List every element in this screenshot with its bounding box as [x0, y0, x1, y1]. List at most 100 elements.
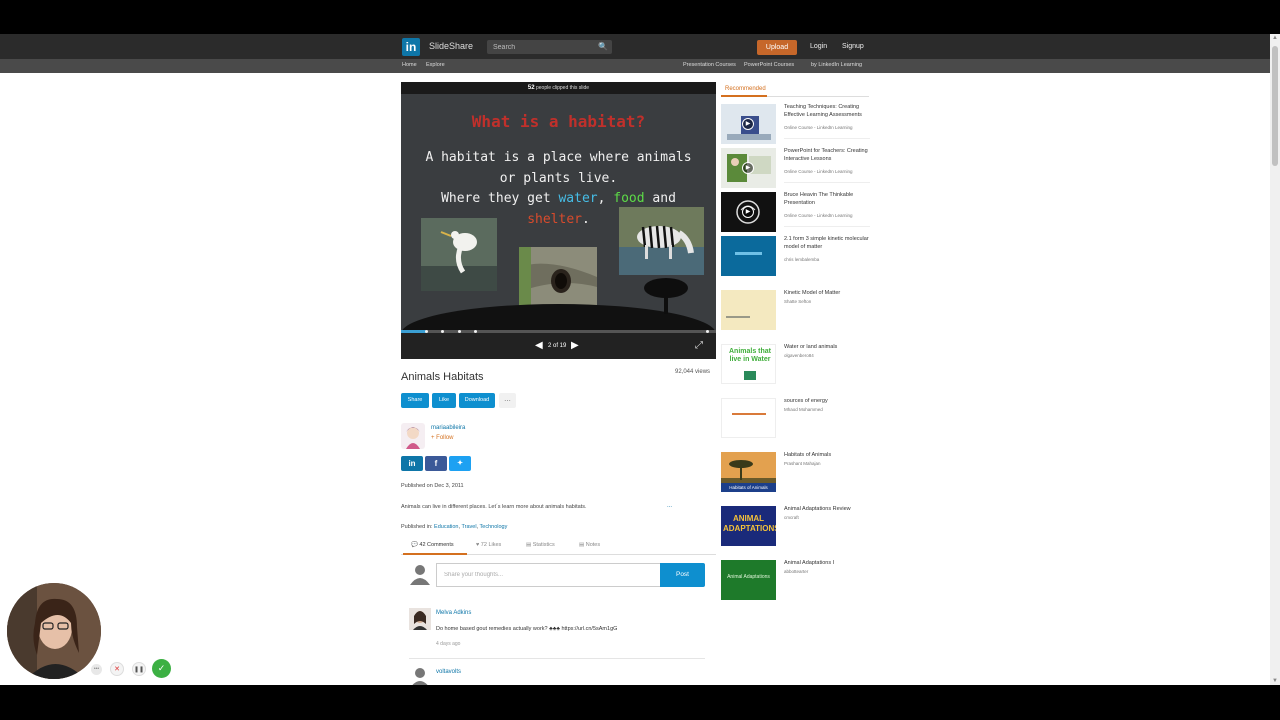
player-controls: ◀ 2 of 19 ▶ ⤢: [401, 333, 716, 359]
bar-chart-icon: ▤: [526, 542, 532, 548]
next-slide-icon[interactable]: ▶: [571, 340, 579, 351]
recorder-done-icon[interactable]: ✓: [152, 659, 171, 678]
recommended-title: Water or land animals: [784, 344, 838, 350]
thumbnail-text: Animal Adaptations: [727, 574, 770, 580]
follow-link[interactable]: + Follow: [431, 435, 454, 441]
notes-icon: ▤: [579, 542, 585, 548]
recommended-thumbnail: [721, 236, 776, 276]
recommended-title: 2.1 form 3 simple kinetic molecular mode…: [784, 236, 869, 250]
scroll-thumb[interactable]: [1272, 46, 1278, 166]
recommended-title: Bruce Heavin The Thinkable Presentation: [784, 192, 854, 206]
recommended-title: sources of energy: [784, 398, 828, 404]
commenter-avatar-placeholder-icon[interactable]: [409, 666, 431, 685]
expand-description-link[interactable]: ...: [667, 503, 672, 509]
thumbnail-caption: Habitats of Animals: [721, 483, 776, 492]
recommended-item[interactable]: Kinetic Model of Matter Shatte Sefton: [721, 290, 869, 340]
author-name-link[interactable]: mariaabileira: [431, 425, 465, 431]
recommended-subtitle: abbottearter: [784, 569, 809, 574]
recommended-item[interactable]: ▶ Bruce Heavin The Thinkable Presentatio…: [721, 192, 870, 242]
recommended-thumbnail: ANIMAL ADAPTATIONS: [721, 506, 776, 546]
recommended-label[interactable]: Recommended: [725, 86, 766, 92]
recommended-thumbnail: ▶: [721, 104, 776, 144]
recommended-item[interactable]: ▶ PowerPoint for Teachers: Creating Inte…: [721, 148, 870, 198]
recommended-title: Habitats of Animals: [784, 452, 832, 458]
recommended-thumbnail: Animal Adaptations: [721, 560, 776, 600]
document-description: Animals can live in different places. Le…: [401, 504, 587, 510]
recommended-title: Animal Adaptations Review: [784, 506, 851, 512]
recommended-thumbnail: ▶: [721, 192, 776, 232]
scroll-up-icon[interactable]: ▲: [1272, 35, 1278, 41]
slide-image[interactable]: What is a habitat? A habitat is a place …: [401, 94, 716, 330]
nav-explore-link[interactable]: Explore: [426, 62, 445, 68]
slideshare-logo-text[interactable]: SlideShare: [429, 41, 473, 51]
slide-and: and: [652, 191, 676, 206]
category-link[interactable]: Technology: [480, 524, 508, 530]
like-button[interactable]: Like: [432, 393, 456, 408]
download-button[interactable]: Download: [459, 393, 495, 408]
thumbnail-text: Animals that live in Water: [728, 348, 771, 363]
search-box[interactable]: 🔍: [487, 40, 612, 54]
webcam-overlay[interactable]: [7, 583, 101, 679]
nav-linkedin-learning-link[interactable]: by LinkedIn Learning: [811, 62, 862, 68]
upload-button[interactable]: Upload: [757, 40, 797, 55]
scroll-down-icon[interactable]: ▼: [1272, 678, 1278, 684]
fullscreen-icon[interactable]: ⤢: [695, 340, 703, 351]
recommended-item[interactable]: Animals that live in Water Water or land…: [721, 344, 869, 394]
tab-notes[interactable]: ▤ Notes: [579, 542, 600, 548]
slide-line-2: or plants live.: [499, 170, 618, 186]
nav-powerpoint-courses-link[interactable]: PowerPoint Courses: [744, 62, 794, 68]
recorder-pause-icon[interactable]: ❚❚: [132, 662, 146, 676]
slide-line-3-pre: Where they get: [441, 191, 551, 206]
browser-viewport: in SlideShare 🔍 Upload Login Signup Home…: [0, 34, 1280, 685]
page-scrollbar[interactable]: ▲ ▼: [1270, 34, 1280, 685]
search-input[interactable]: [493, 40, 593, 54]
recommended-title: PowerPoint for Teachers: Creating Intera…: [784, 148, 868, 162]
slide-keyword-shelter: shelter: [527, 211, 582, 227]
zebra-photo: [619, 207, 704, 275]
commenter-name-link[interactable]: voltavolts: [436, 669, 461, 675]
top-navigation-bar: in SlideShare 🔍 Upload Login Signup: [0, 34, 1280, 59]
author-avatar[interactable]: [401, 423, 425, 449]
recommended-subtitle: Prashant Mahajan: [784, 461, 821, 466]
more-options-button[interactable]: ...: [499, 393, 516, 408]
recorder-cancel-icon[interactable]: ✕: [110, 662, 124, 676]
recommended-item[interactable]: ▶ Teaching Techniques: Creating Effectiv…: [721, 104, 870, 154]
post-comment-button[interactable]: Post: [660, 563, 705, 587]
tab-statistics[interactable]: ▤ Statistics: [526, 542, 555, 548]
category-link[interactable]: Travel: [461, 524, 476, 530]
recommended-item[interactable]: sources of energy Mhaod Mohammed: [721, 398, 869, 448]
signup-link[interactable]: Signup: [842, 43, 864, 50]
tab-comments[interactable]: 💬 42 Comments: [411, 542, 454, 548]
search-icon[interactable]: 🔍: [598, 42, 608, 51]
category-link[interactable]: Education: [434, 524, 458, 530]
commenter-name-link[interactable]: Melva Adkins: [436, 610, 471, 616]
commenter-avatar[interactable]: [409, 608, 431, 630]
nav-presentation-courses-link[interactable]: Presentation Courses: [683, 62, 736, 68]
nav-home-link[interactable]: Home: [402, 62, 417, 68]
tab-likes[interactable]: ♥ 72 Likes: [476, 542, 501, 548]
comment-icon: 💬: [411, 542, 418, 548]
twitter-share-icon[interactable]: ✦: [449, 456, 471, 471]
recommended-item[interactable]: Habitats of Animals Habitats of Animals …: [721, 452, 869, 502]
recommended-title: Teaching Techniques: Creating Effective …: [784, 104, 862, 118]
recorder-more-icon[interactable]: •••: [91, 664, 102, 675]
recommended-subtitle: Online Course - LinkedIn Learning: [784, 125, 853, 130]
recommended-item[interactable]: ANIMAL ADAPTATIONS Animal Adaptations Re…: [721, 506, 869, 556]
tab-statistics-label: Statistics: [532, 542, 555, 548]
recommended-item[interactable]: Animal Adaptations Animal Adaptations I …: [721, 560, 869, 610]
share-button[interactable]: Share: [401, 393, 429, 408]
facebook-share-icon[interactable]: f: [425, 456, 447, 471]
login-link[interactable]: Login: [810, 43, 827, 50]
recommended-underline: [721, 95, 767, 97]
recommended-item[interactable]: 2.1 form 3 simple kinetic molecular mode…: [721, 236, 869, 286]
recommended-header: Recommended: [721, 83, 869, 97]
comment-input[interactable]: [436, 563, 661, 587]
play-icon: ▶: [742, 206, 754, 218]
previous-slide-icon[interactable]: ◀: [535, 340, 543, 351]
slide-keyword-water: water: [558, 191, 598, 206]
recommended-title: Kinetic Model of Matter: [784, 290, 841, 296]
linkedin-share-icon[interactable]: in: [401, 456, 423, 471]
recommended-thumbnail: ▶: [721, 148, 776, 188]
sub-navigation-bar: Home Explore Presentation Courses PowerP…: [0, 59, 1280, 73]
linkedin-logo-icon[interactable]: in: [402, 38, 420, 56]
